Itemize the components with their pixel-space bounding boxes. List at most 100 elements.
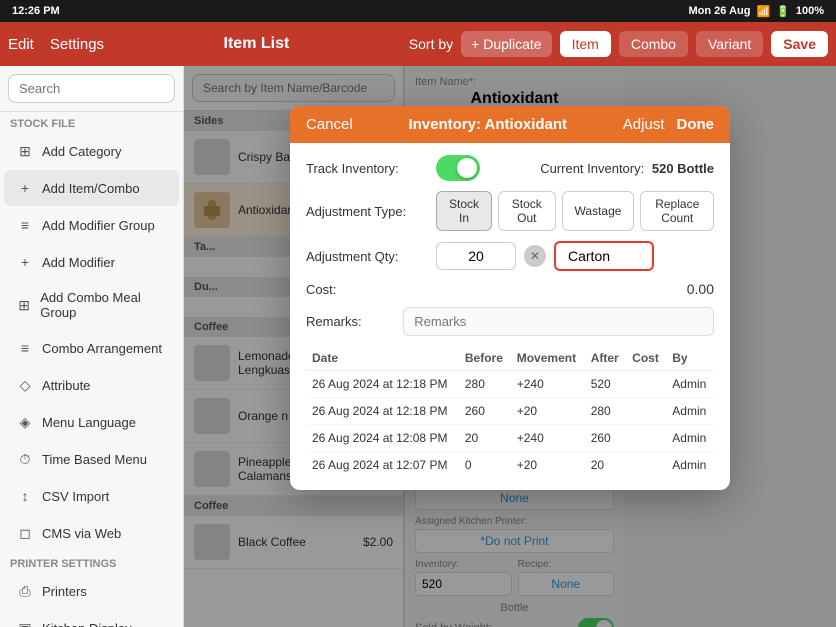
sidebar-item-printers[interactable]: ⎙ Printers [4,573,179,609]
sidebar-label-kitchen-display: Kitchen Display [42,621,132,627]
sidebar-label-time-menu: Time Based Menu [42,452,147,467]
track-inventory-toggle[interactable] [436,155,480,181]
sidebar-item-menu-language[interactable]: ◈ Menu Language [4,404,179,440]
tab-variant[interactable]: Variant [696,31,763,57]
cell-after: 280 [585,398,626,425]
table-row: 26 Aug 2024 at 12:08 PM 20 +240 260 Admi… [306,425,714,452]
type-btn-replace-count[interactable]: Replace Count [640,191,714,231]
list-icon: ≡ [16,216,34,234]
main-layout: STOCK FILE ⊞ Add Category + Add Item/Com… [0,66,836,627]
sidebar-item-add-modifier-group[interactable]: ≡ Add Modifier Group [4,207,179,243]
nav-edit[interactable]: Edit [8,36,34,53]
cell-by: Admin [666,398,714,425]
sidebar-search-input[interactable] [8,74,175,103]
time-icon: ⏱ [16,450,34,468]
type-btn-wastage[interactable]: Wastage [562,191,635,231]
cell-after: 520 [585,371,626,398]
col-after: After [585,346,626,371]
modal-done-button[interactable]: Done [677,116,715,133]
ci-label: Current Inventory: [540,161,644,176]
modal-cancel-button[interactable]: Cancel [306,116,353,133]
top-nav: Edit Settings Item List Sort by + Duplic… [0,22,836,66]
sidebar-item-add-category[interactable]: ⊞ Add Category [4,133,179,169]
sidebar-item-add-item-combo[interactable]: + Add Item/Combo [4,170,179,206]
sidebar-label-modifier: Add Modifier [42,255,115,270]
tab-combo[interactable]: Combo [619,31,688,57]
remarks-input[interactable] [403,307,714,336]
type-btn-stock-in[interactable]: Stock In [436,191,492,231]
cell-before: 20 [459,425,511,452]
nav-settings[interactable]: Settings [50,36,104,53]
sidebar-item-csv-import[interactable]: ↕ CSV Import [4,478,179,514]
sidebar-item-add-modifier[interactable]: + Add Modifier [4,244,179,280]
sidebar-item-time-based-menu[interactable]: ⏱ Time Based Menu [4,441,179,477]
plus2-icon: + [16,253,34,271]
sidebar-label-combo-arr: Combo Arrangement [42,341,162,356]
cell-date: 26 Aug 2024 at 12:08 PM [306,425,459,452]
unit-input[interactable] [554,241,654,271]
status-bar: 12:26 PM Mon 26 Aug 📶 🔋 100% [0,0,836,22]
sidebar-item-kitchen-display[interactable]: ▣ Kitchen Display [4,610,179,627]
content-area: Sides Crispy Baby Squid $0.00 Antioxidan… [184,66,836,627]
plus-icon: + [16,179,34,197]
import-icon: ↕ [16,487,34,505]
cell-after: 20 [585,452,626,479]
sidebar-label-modifier-group: Add Modifier Group [42,218,155,233]
sidebar-label-csv: CSV Import [42,489,109,504]
cell-before: 280 [459,371,511,398]
battery-icon: 🔋 [776,5,790,18]
modal-overlay[interactable]: Cancel Inventory: Antioxidant Adjust Don… [184,66,836,627]
wifi-icon: 📶 [756,5,770,18]
remarks-label: Remarks: [306,314,403,329]
cell-movement: +240 [511,425,585,452]
sidebar-label-add-category: Add Category [42,144,122,159]
sidebar-label-attribute: Attribute [42,378,90,393]
sidebar-label-menu-lang: Menu Language [42,415,136,430]
sidebar-label-cms: CMS via Web [42,526,121,541]
status-date: Mon 26 Aug [689,5,751,17]
cell-movement: +20 [511,398,585,425]
nav-title: Item List [224,35,290,52]
inventory-modal: Cancel Inventory: Antioxidant Adjust Don… [290,106,730,490]
duplicate-button[interactable]: + Duplicate [461,31,551,57]
col-cost: Cost [626,346,666,371]
modal-header: Cancel Inventory: Antioxidant Adjust Don… [290,106,730,143]
sidebar-item-attribute[interactable]: ◇ Attribute [4,367,179,403]
adjustment-qty-row: Adjustment Qty: ✕ [306,241,714,271]
table-row: 26 Aug 2024 at 12:18 PM 260 +20 280 Admi… [306,398,714,425]
cell-movement: +240 [511,371,585,398]
battery-level: 100% [796,5,824,17]
adjustment-type-label: Adjustment Type: [306,204,436,219]
sidebar-item-combo-arrangement[interactable]: ≡ Combo Arrangement [4,330,179,366]
adjustment-type-row: Adjustment Type: Stock In Stock Out Wast… [306,191,714,231]
printer-icon: ⎙ [16,582,34,600]
qty-input[interactable] [436,242,516,270]
sidebar-item-combo-meal-group[interactable]: ⊞ Add Combo Meal Group [4,281,179,329]
sidebar-item-cms[interactable]: ◻ CMS via Web [4,515,179,551]
cell-after: 260 [585,425,626,452]
sidebar-section-printer: PRINTER SETTINGS [0,552,183,572]
sidebar-section-stock: STOCK FILE [0,112,183,132]
modal-adjust-button[interactable]: Adjust [623,116,665,133]
save-button[interactable]: Save [771,31,828,57]
globe-icon: ◈ [16,413,34,431]
cell-by: Admin [666,371,714,398]
col-movement: Movement [511,346,585,371]
sidebar-label-add-item: Add Item/Combo [42,181,140,196]
qty-clear-button[interactable]: ✕ [524,245,546,267]
sidebar-label-printers: Printers [42,584,87,599]
type-btn-stock-out[interactable]: Stock Out [498,191,556,231]
cell-by: Admin [666,425,714,452]
col-by: By [666,346,714,371]
tab-item[interactable]: Item [560,31,611,57]
toggle-knob [457,158,477,178]
remarks-row: Remarks: [306,307,714,336]
table-row: 26 Aug 2024 at 12:07 PM 0 +20 20 Admin [306,452,714,479]
col-date: Date [306,346,459,371]
cell-before: 0 [459,452,511,479]
arrange-icon: ≡ [16,339,34,357]
status-time: 12:26 PM [12,5,60,17]
cost-row-label: Cost: [306,282,436,297]
cell-date: 26 Aug 2024 at 12:07 PM [306,452,459,479]
modal-body: Track Inventory: Current Inventory: 520 … [290,143,730,490]
